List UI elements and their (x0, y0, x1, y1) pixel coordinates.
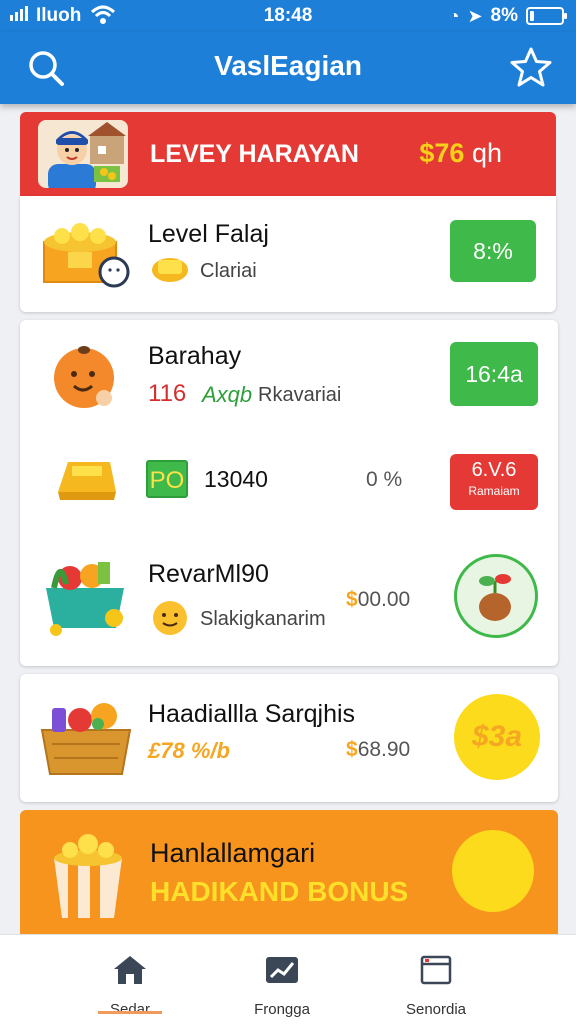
potted-plant-icon (479, 574, 511, 621)
bonus-label: HADIKAND BONUS (150, 876, 409, 907)
nav-item-sedar[interactable]: Sedar (60, 953, 200, 1018)
treasure-box-icon (43, 223, 130, 288)
item-code: Axqb (202, 382, 253, 407)
chart-icon (266, 957, 298, 983)
fruit-basket-icon (46, 562, 124, 636)
item-percent: 0 % (366, 468, 403, 491)
item-name: Level Falaj (148, 220, 269, 248)
battery-icon (526, 7, 567, 25)
bonus-title: Hanlallamgari (150, 838, 316, 868)
list-item[interactable]: Level Falaj Clariai 8:% (20, 196, 556, 312)
orange-fruit-icon (54, 346, 114, 408)
level-amount: $76 qh (419, 138, 502, 168)
level-banner[interactable]: LEVEY HARAYAN $76 qh (20, 112, 556, 196)
smiley-icon (153, 601, 187, 635)
basket-icon (40, 703, 132, 775)
battery-percent: 8% (490, 5, 518, 26)
status-bar: Iluoh 18:48 ◔ ➤ 8% (0, 0, 576, 32)
avatar (38, 120, 128, 188)
home-icon (114, 956, 146, 984)
gold-bar-icon (152, 258, 188, 282)
item-subtitle: Slakigkanarim (200, 608, 326, 630)
badge-label: Ramaiam (468, 484, 520, 498)
coin-icon (452, 830, 534, 912)
coin-button[interactable]: $3a (454, 694, 540, 780)
bonus-banner[interactable]: Hanlallamgari HADIKAND BONUS (20, 810, 558, 934)
item-name: Barahay (148, 342, 242, 370)
app-bar: VaslEagian (0, 32, 576, 104)
po-tag: PO (146, 460, 188, 498)
item-value: 13040 (204, 466, 268, 492)
item-badge[interactable]: 6.V.6 Ramaiam (450, 454, 538, 510)
coin-label: $3a (471, 720, 523, 753)
item-subtitle: Clariai (200, 260, 257, 282)
lock-rotation-icon: ◔ (448, 5, 460, 26)
item-number: 116 (148, 380, 187, 407)
window-icon (420, 955, 452, 985)
item-subtitle: £78 %/b (148, 738, 230, 763)
nav-label: Frongga (254, 1001, 310, 1018)
nav-label: Senordia (405, 1001, 467, 1018)
item-badge[interactable]: 16:4a (450, 342, 538, 406)
item-subtitle: Rkavariai (258, 384, 342, 406)
badge-value: 6.V.6 (471, 459, 517, 481)
item-group-card: Barahay 116 Axqb Rkavariai 16:4a PO 1304… (20, 320, 558, 666)
location-icon: ➤ (467, 5, 483, 26)
gold-bar-icon (58, 462, 116, 500)
nav-label: Sedar (109, 1001, 151, 1018)
page-title: VaslEagian (214, 50, 362, 81)
list-item[interactable]: Haadiallla Sarqjhis £78 %/b $68.90 $3a (20, 674, 558, 802)
item-badge[interactable]: 8:% (450, 220, 536, 282)
bottom-nav: Sedar Frongga Senordia (0, 934, 576, 1024)
item-price: $68.90 (346, 738, 411, 761)
star-icon[interactable] (510, 46, 552, 88)
nav-item-senordia[interactable]: Senordia (366, 953, 506, 1018)
item-price: $00.00 (346, 588, 411, 611)
active-tab-indicator (98, 1011, 162, 1014)
popcorn-bucket-icon (54, 834, 122, 918)
level-title: LEVEY HARAYAN (150, 140, 359, 168)
nav-item-frongga[interactable]: Frongga (212, 953, 352, 1018)
item-name: RevarMl90 (148, 560, 269, 588)
item-name: Haadiallla Sarqjhis (148, 700, 356, 728)
plant-button[interactable] (454, 554, 538, 638)
